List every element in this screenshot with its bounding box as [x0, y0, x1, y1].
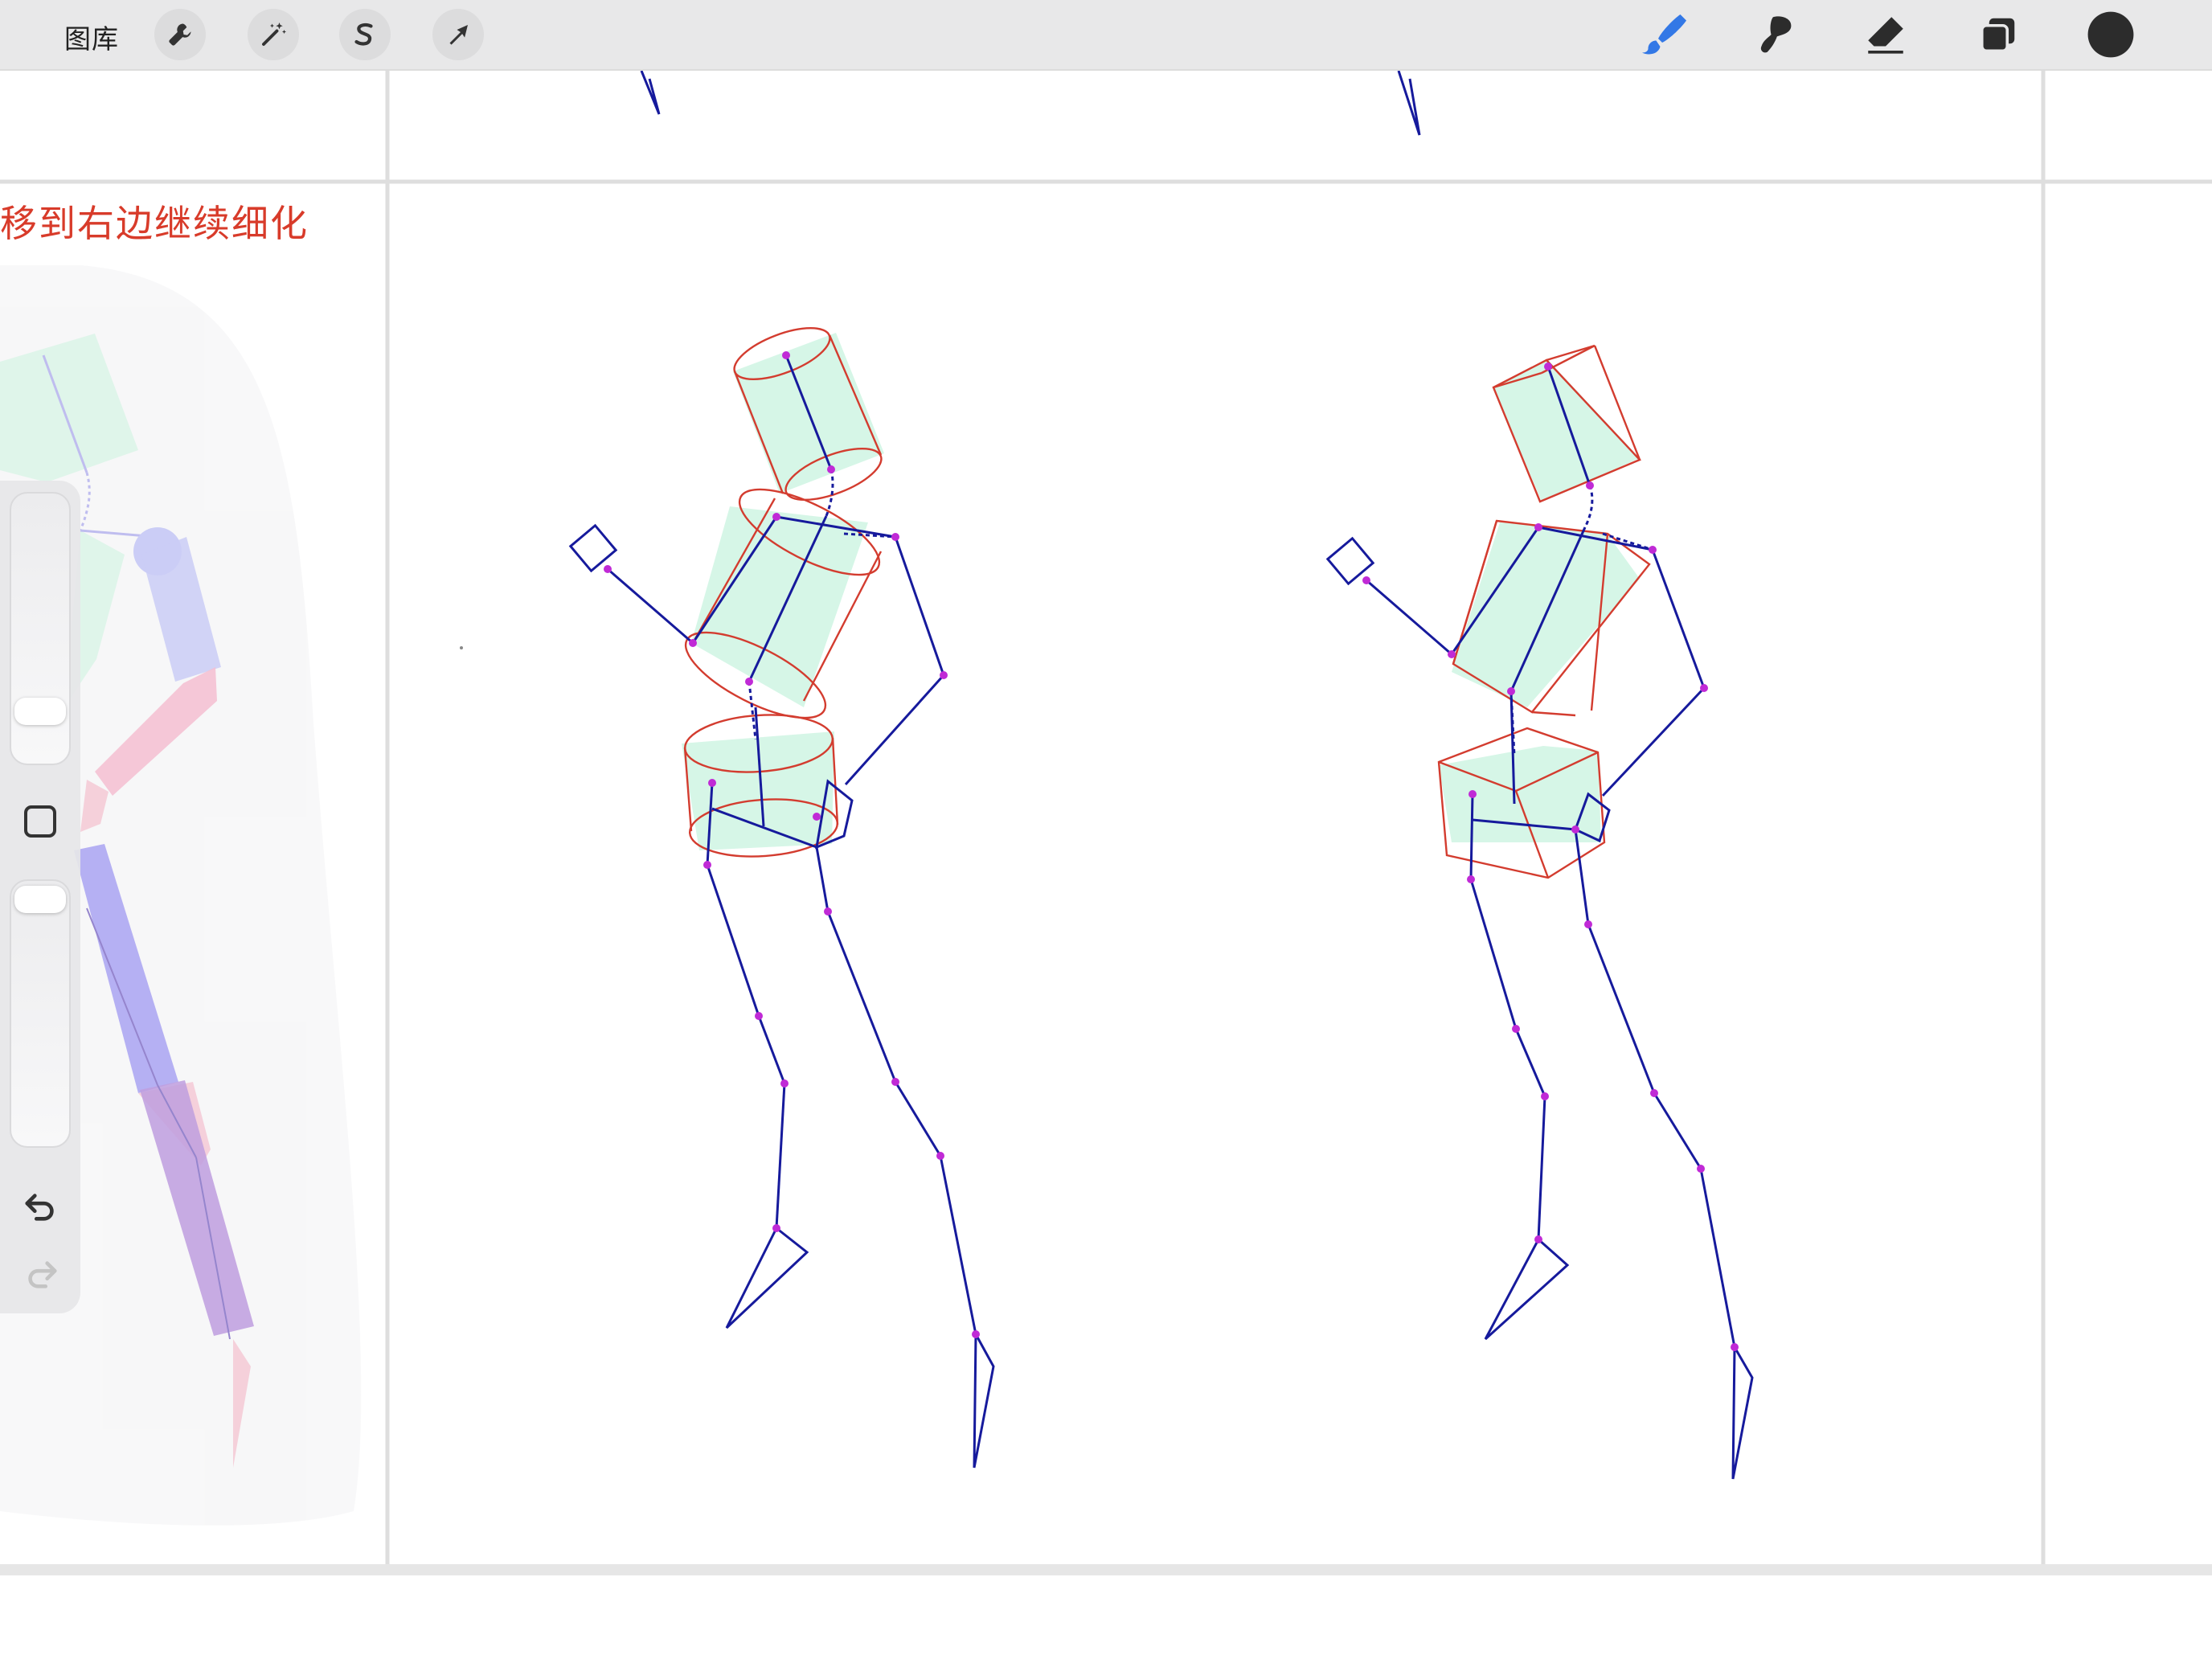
- eraser-tool[interactable]: [1858, 7, 1913, 62]
- transform-arrow-icon: [449, 25, 468, 45]
- opacity-slider[interactable]: [10, 879, 71, 1148]
- transform-button[interactable]: [432, 9, 484, 60]
- opacity-thumb[interactable]: [14, 886, 66, 913]
- canvas-bottom-edge: [0, 1564, 2212, 1575]
- redo-icon: [28, 1261, 57, 1288]
- wrench-icon: [169, 23, 191, 46]
- left-sidebar: [0, 481, 80, 1313]
- canvas-artwork: [0, 71, 2212, 1567]
- color-tool[interactable]: [2083, 7, 2138, 62]
- modify-button-icon[interactable]: [24, 805, 56, 838]
- magic-wand-icon: [262, 23, 287, 46]
- gallery-button[interactable]: 图库: [64, 18, 119, 56]
- smudge-tool[interactable]: [1746, 7, 1800, 62]
- undo-button[interactable]: [19, 1185, 63, 1228]
- right-figure-boxes: [1325, 344, 1754, 1480]
- eraser-icon: [1868, 17, 1903, 54]
- top-partial-strokes: [640, 71, 1421, 136]
- brush-icon: [1642, 14, 1686, 55]
- redo-button[interactable]: [19, 1252, 63, 1296]
- brush-size-thumb[interactable]: [14, 698, 66, 725]
- annotation-text: 移到右边继续细化: [0, 202, 309, 245]
- undo-icon: [25, 1194, 54, 1221]
- adjustments-button[interactable]: [248, 9, 299, 60]
- color-swatch-icon: [2087, 11, 2134, 58]
- actions-button[interactable]: [154, 9, 206, 60]
- smudge-icon: [1760, 16, 1792, 53]
- middle-figure-cylinders: [568, 326, 995, 1469]
- selection-button[interactable]: [339, 9, 391, 60]
- layers-tool[interactable]: [1971, 7, 2026, 62]
- selection-s-icon: [354, 23, 373, 46]
- brush-tool[interactable]: [1635, 7, 1690, 62]
- drawing-canvas[interactable]: [0, 71, 2212, 1659]
- stray-dot: [460, 646, 463, 649]
- layers-icon: [1980, 18, 2015, 53]
- top-toolbar: 图库: [0, 0, 2212, 71]
- brush-size-slider[interactable]: [10, 492, 71, 765]
